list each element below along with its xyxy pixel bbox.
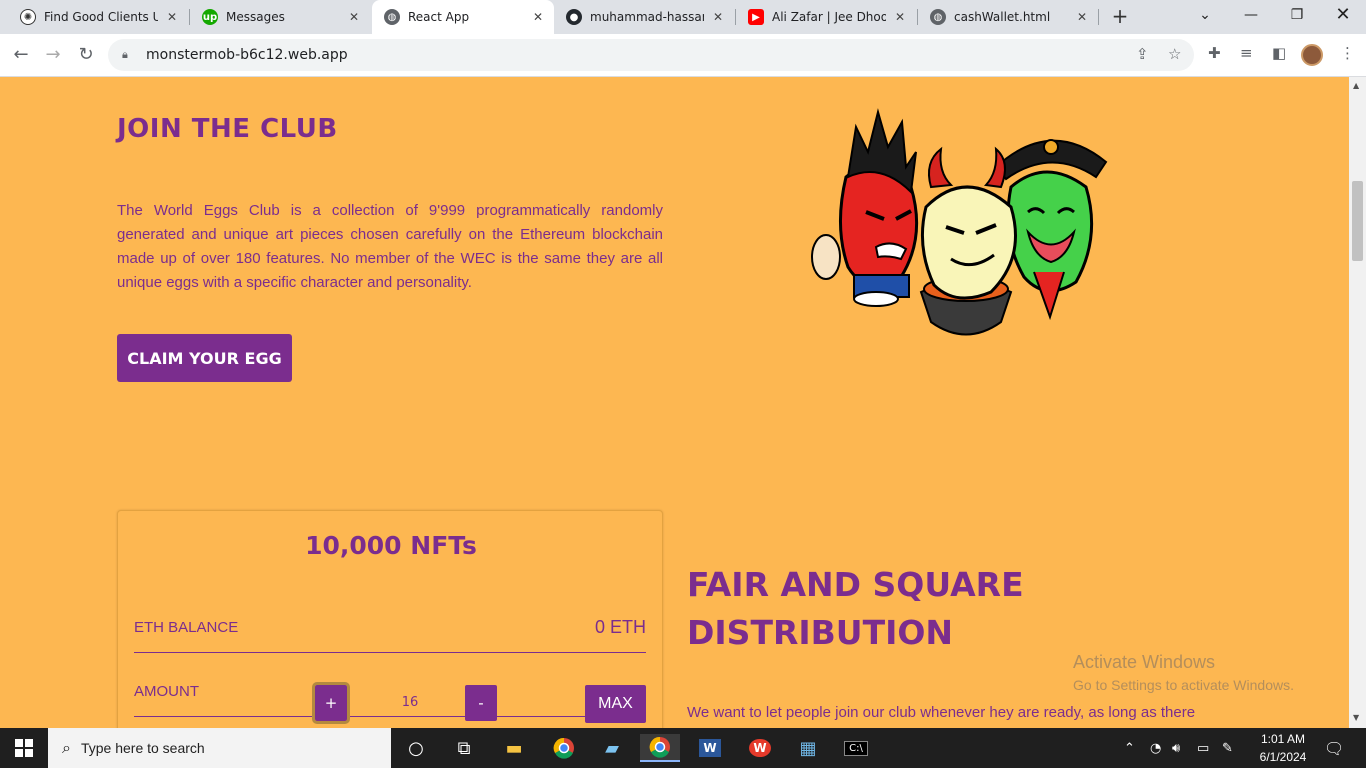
amount-row: AMOUNT + 16 - MAX [134, 669, 646, 724]
file-explorer-icon[interactable]: ▬ [494, 734, 534, 762]
start-button[interactable] [0, 728, 48, 768]
windows-logo-icon [15, 739, 33, 757]
browser-chrome: ✺ Find Good Clients Upw ✕ up Messages ✕ … [0, 0, 1366, 77]
tab-search-chevron-icon[interactable]: ⌄ [1182, 0, 1228, 32]
scroll-up-arrow-icon[interactable]: ▲ [1353, 81, 1359, 90]
system-clock[interactable]: 1:01 AM 6/1/2024 [1252, 730, 1314, 766]
tab-react-app[interactable]: ◍ React App ✕ [372, 0, 554, 34]
about-text: The World Eggs Club is a collection of 9… [117, 202, 663, 291]
github-icon: ● [566, 9, 582, 25]
upwork-icon: up [202, 9, 218, 25]
tab-cashwallet[interactable]: ◍ cashWallet.html ✕ [918, 0, 1098, 34]
mint-card: 10,000 NFTs ETH BALANCE 0 ETH AMOUNT + 1… [117, 510, 663, 728]
terminal-icon[interactable]: C:\ [836, 734, 876, 762]
word-icon[interactable]: W [690, 734, 730, 762]
decrement-button[interactable]: - [465, 685, 497, 721]
back-button[interactable]: ← [8, 42, 34, 68]
restore-button[interactable]: ❐ [1274, 0, 1320, 32]
address-bar[interactable]: 🔒︎ monstermob-b6c12.web.app ⇪ ☆ [108, 39, 1194, 71]
close-icon[interactable]: ✕ [346, 10, 362, 24]
notepad-icon[interactable]: ▰ [592, 734, 632, 762]
taskbar-search-box[interactable]: ⌕ Type here to search [48, 728, 391, 768]
max-button[interactable]: MAX [585, 685, 646, 723]
close-icon[interactable]: ✕ [164, 10, 180, 24]
nft-count-title: 10,000 NFTs [305, 531, 477, 560]
globe-icon: ◍ [384, 9, 400, 25]
bookmark-star-icon[interactable]: ☆ [1168, 45, 1181, 63]
join-title: JOIN THE CLUB [117, 114, 338, 144]
search-icon: ⌕ [62, 738, 71, 757]
youtube-icon: ▶ [748, 9, 764, 25]
tab-divider [1098, 9, 1099, 25]
chatgpt-icon: ✺ [20, 9, 36, 25]
page-scrollbar[interactable]: ▲ ▼ [1349, 77, 1366, 728]
chrome-profile-icon[interactable] [640, 734, 680, 762]
reload-button[interactable]: ↻ [73, 42, 99, 68]
page-content: JOIN THE CLUB The World Eggs Club is a c… [0, 77, 1349, 728]
clock-time: 1:01 AM [1260, 732, 1306, 746]
pen-icon[interactable]: ✎ [1222, 728, 1233, 768]
new-tab-button[interactable]: + [1108, 4, 1132, 28]
network-wifi-icon[interactable]: ◔ [1150, 728, 1161, 768]
chrome-logo [553, 737, 574, 759]
cortana-icon[interactable]: ○ [396, 734, 436, 762]
windows-taskbar: ⌕ Type here to search ○ ⧉ ▬ ▰ W W ▦ C:\ … [0, 728, 1366, 768]
scroll-down-arrow-icon[interactable]: ▼ [1353, 713, 1359, 722]
task-view-icon[interactable]: ⧉ [444, 734, 484, 762]
control-panel-icon[interactable]: ▦ [788, 734, 828, 762]
lock-icon: 🔒︎ [122, 48, 128, 61]
eggs-mascot-illustration [811, 108, 1108, 336]
profile-avatar[interactable] [1301, 44, 1323, 66]
claim-egg-button[interactable]: CLAIM YOUR EGG [117, 334, 292, 382]
close-icon[interactable]: ✕ [530, 10, 546, 24]
tab-messages[interactable]: up Messages ✕ [190, 0, 370, 34]
close-icon[interactable]: ✕ [710, 10, 726, 24]
close-icon[interactable]: ✕ [892, 10, 908, 24]
media-controls-icon[interactable]: ≡ [1240, 44, 1253, 62]
notifications-icon[interactable]: 🗨︎ [1324, 728, 1344, 768]
wps-office-icon[interactable]: W [740, 734, 780, 762]
minimize-button[interactable]: — [1228, 0, 1274, 32]
menu-kebab-icon[interactable]: ⋮ [1340, 44, 1355, 62]
clock-date: 6/1/2024 [1259, 750, 1307, 764]
chrome-logo-alt [649, 736, 670, 758]
chrome-icon[interactable] [544, 734, 584, 762]
distribution-text: We want to let people join our club when… [687, 704, 1196, 721]
tab-youtube[interactable]: ▶ Ali Zafar | Jee Dhoond ✕ [736, 0, 916, 34]
close-window-button[interactable]: ✕ [1320, 0, 1366, 32]
tab-github[interactable]: ● muhammad-hassan-n ✕ [554, 0, 734, 34]
close-icon[interactable]: ✕ [1074, 10, 1090, 24]
increment-button[interactable]: + [312, 682, 350, 724]
scrollbar-thumb[interactable] [1352, 181, 1363, 261]
share-icon[interactable]: ⇪ [1136, 45, 1149, 63]
distribution-title: FAIR AND SQUARE DISTRIBUTION [687, 565, 1024, 652]
extensions-icon[interactable]: ✚ [1208, 44, 1221, 62]
show-hidden-icons-chevron-icon[interactable]: ⌃ [1124, 728, 1135, 768]
tab-find-good-clients[interactable]: ✺ Find Good Clients Upw ✕ [8, 0, 188, 34]
eth-balance-value: 0 ETH [594, 617, 646, 637]
globe-icon: ◍ [930, 9, 946, 25]
quantity-value[interactable]: 16 [380, 695, 440, 710]
volume-icon[interactable]: 🔊︎ [1172, 728, 1180, 768]
forward-button[interactable]: → [40, 42, 66, 68]
amount-label: AMOUNT [134, 683, 199, 700]
eth-balance-row: ETH BALANCE 0 ETH [134, 607, 646, 653]
side-panel-icon[interactable]: ◧ [1272, 44, 1286, 62]
eth-balance-label: ETH BALANCE [134, 619, 239, 636]
browser-toolbar: ← → ↻ 🔒︎ monstermob-b6c12.web.app ⇪ ☆ ✚ … [0, 34, 1366, 77]
tab-strip: ✺ Find Good Clients Upw ✕ up Messages ✕ … [0, 0, 1366, 34]
activate-windows-watermark: Activate Windows Go to Settings to activ… [1073, 652, 1294, 693]
battery-icon[interactable]: ▭ [1197, 728, 1209, 768]
